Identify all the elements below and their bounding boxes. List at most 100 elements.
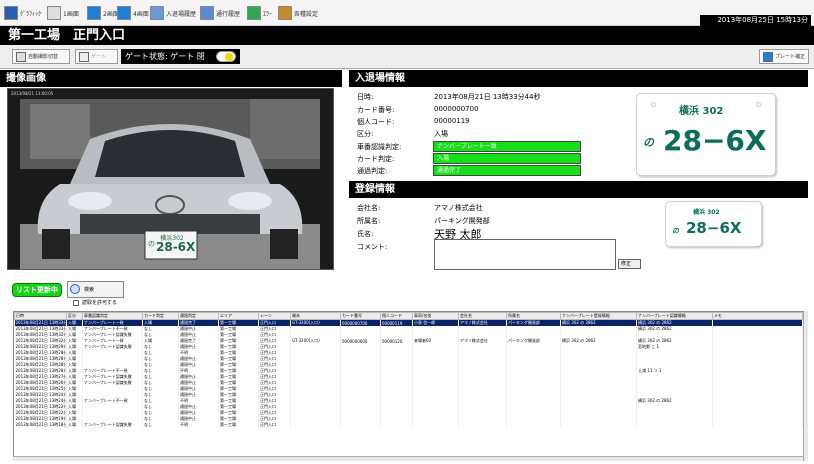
gate-button[interactable]: ゲート — [75, 49, 118, 64]
column-header[interactable]: カード番号 — [340, 312, 381, 320]
column-header[interactable]: 個人コード — [380, 312, 413, 320]
arrow-right-icon — [763, 51, 773, 62]
camera-image: 2013/08/21 13:00:05 横浜302 の 28-6X — [7, 88, 334, 270]
camera-panel-header: 撮像画像 — [0, 70, 342, 87]
registration-panel-header: 登録情報 — [349, 181, 808, 198]
column-header[interactable]: 会社名 — [458, 312, 507, 320]
history-table: 日時 区分 車番認識判定 カード判定 通過判定 エリア レーン 端末 カード番号 個人コード 車両/… — [13, 311, 808, 461]
correct-button[interactable]: 修正 — [618, 259, 641, 269]
plate-number: 28−6X — [686, 219, 742, 237]
car-history-icon — [150, 6, 164, 20]
menu-label: 4画面 — [133, 10, 149, 18]
table-cell: 第一工場 — [218, 422, 259, 428]
menu-4view[interactable]: 4画面 — [117, 4, 149, 22]
vertical-scrollbar[interactable] — [803, 311, 808, 461]
name-label: 氏名: — [357, 230, 374, 238]
entry-label: 日時: — [357, 93, 374, 101]
history-grid: 日時 区分 車番認識判定 カード判定 通過判定 エリア レーン 端末 カード番号 個人コード 車両/… — [14, 312, 803, 428]
rivet — [756, 102, 761, 107]
table-cell — [560, 422, 637, 428]
menu-label: 1画面 — [63, 10, 79, 18]
table-cell — [458, 422, 507, 428]
comment-input[interactable] — [434, 239, 616, 270]
menu-entry-history[interactable]: 入退場履歴 — [150, 4, 196, 22]
entry-panel-header: 入退場情報 — [349, 70, 808, 87]
table-row[interactable]: 2013年08月21日 13時18分21秒入場ナンバープレート認識失敗なし不明第… — [14, 422, 803, 428]
menu-label: ｸﾞﾗﾌｨｯｸ — [20, 10, 42, 18]
error-icon — [247, 6, 261, 20]
table-cell: なし — [142, 422, 179, 428]
allow-read-label: 読取を許可する — [82, 300, 118, 306]
quad-view-icon — [117, 6, 131, 20]
table-cell: 入場 — [66, 422, 83, 428]
column-header[interactable]: レーン — [258, 312, 291, 320]
column-header[interactable]: 端末 — [290, 312, 341, 320]
table-cell — [712, 422, 803, 428]
plate-match-status: ナンバープレート一致 — [433, 141, 581, 152]
table-cell — [340, 422, 381, 428]
column-header[interactable]: 車両/名前 — [412, 312, 459, 320]
entry-datetime: 2013年08月21日 13時33分44秒 — [434, 93, 541, 101]
menu-label: 入退場履歴 — [166, 10, 197, 18]
blue-grid-icon — [4, 6, 18, 20]
gate-label: ゲート — [91, 54, 107, 60]
table-cell — [380, 422, 413, 428]
entry-personal-code: 00000119 — [434, 117, 470, 125]
toolbar: 自動撮影切替 ゲート ゲート状態: ゲート 閉 プレート補正 — [0, 45, 814, 69]
menu-label: 各種設定 — [294, 10, 319, 18]
table-cell: 正門入口 — [258, 422, 291, 428]
plate-kana: の — [672, 227, 679, 235]
table-header-row: 日時 区分 車番認識判定 カード判定 通過判定 エリア レーン 端末 カード番号 個人コード 車両/… — [14, 312, 803, 320]
single-view-icon — [47, 6, 61, 20]
dept-label: 所属名: — [357, 217, 381, 225]
entry-label: 車番認識判定: — [357, 143, 402, 151]
company-value: アマノ株式会社 — [434, 204, 483, 212]
camera-switch-button[interactable]: 自動撮影切替 — [12, 49, 70, 64]
search-icon — [70, 284, 80, 294]
horizontal-scrollbar[interactable] — [13, 456, 803, 461]
column-header[interactable]: 日時 — [14, 312, 67, 320]
column-header[interactable]: 車番認識判定 — [82, 312, 143, 320]
pass-status: 通過完了 — [433, 165, 581, 176]
column-header[interactable]: ナンバープレート登録情報 — [560, 312, 637, 320]
menubar: ｸﾞﾗﾌｨｯｸ 1画面 2画面 4画面 入退場履歴 通行履歴 ｴﾗｰ 各種設定 … — [0, 0, 814, 26]
column-header[interactable]: ナンバープレート認識情報 — [636, 312, 713, 320]
gate-toggle[interactable] — [216, 51, 236, 62]
column-header[interactable]: 所属名 — [506, 312, 561, 320]
column-header[interactable]: 区分 — [66, 312, 83, 320]
column-header[interactable]: エリア — [218, 312, 259, 320]
entry-label: カード番号: — [357, 106, 395, 114]
plate-region: 横浜 302 — [679, 106, 724, 117]
camera-timestamp: 2013/08/21 13:00:05 — [11, 91, 54, 96]
column-header[interactable]: カード判定 — [142, 312, 179, 320]
camera-icon — [16, 51, 26, 62]
plate-fix-label: プレート補正 — [775, 54, 806, 60]
camera-plate-number: 28-6X — [156, 240, 196, 254]
column-header[interactable]: 通過判定 — [178, 312, 219, 320]
plate-large: 横浜 302 の 28−6X — [636, 93, 776, 176]
menu-label: 通行履歴 — [216, 10, 241, 18]
entry-label: 個人コード: — [357, 118, 395, 126]
plate-small: 横浜 302 の 28−6X — [665, 201, 762, 247]
dual-view-icon — [87, 6, 101, 20]
plate-kana: の — [643, 136, 654, 149]
people-history-icon — [200, 6, 214, 20]
menu-settings[interactable]: 各種設定 — [278, 4, 318, 22]
dept-value: パーキング開発部 — [434, 217, 490, 225]
menu-error[interactable]: ｴﾗｰ — [247, 4, 272, 22]
allow-read-checkbox[interactable] — [73, 300, 79, 306]
table-body: 2013年08月21日 13時33分44秒入場ナンバープレート一致入場通過完了第… — [14, 319, 803, 428]
column-header[interactable]: メモ — [712, 312, 803, 320]
table-cell — [290, 422, 341, 428]
menu-graphic[interactable]: ｸﾞﾗﾌｨｯｸ — [4, 4, 41, 22]
card-status: 入場 — [433, 153, 581, 164]
table-cell — [412, 422, 459, 428]
menu-2view[interactable]: 2画面 — [87, 4, 119, 22]
table-cell: 不明 — [178, 422, 219, 428]
menu-pass-history[interactable]: 通行履歴 — [200, 4, 240, 22]
menu-1view[interactable]: 1画面 — [47, 4, 79, 22]
plate-fix-button[interactable]: プレート補正 — [759, 49, 809, 64]
entry-label: 通過判定: — [357, 167, 388, 175]
list-update-button[interactable]: リスト更新中 — [12, 283, 62, 297]
gate-icon — [79, 51, 89, 62]
